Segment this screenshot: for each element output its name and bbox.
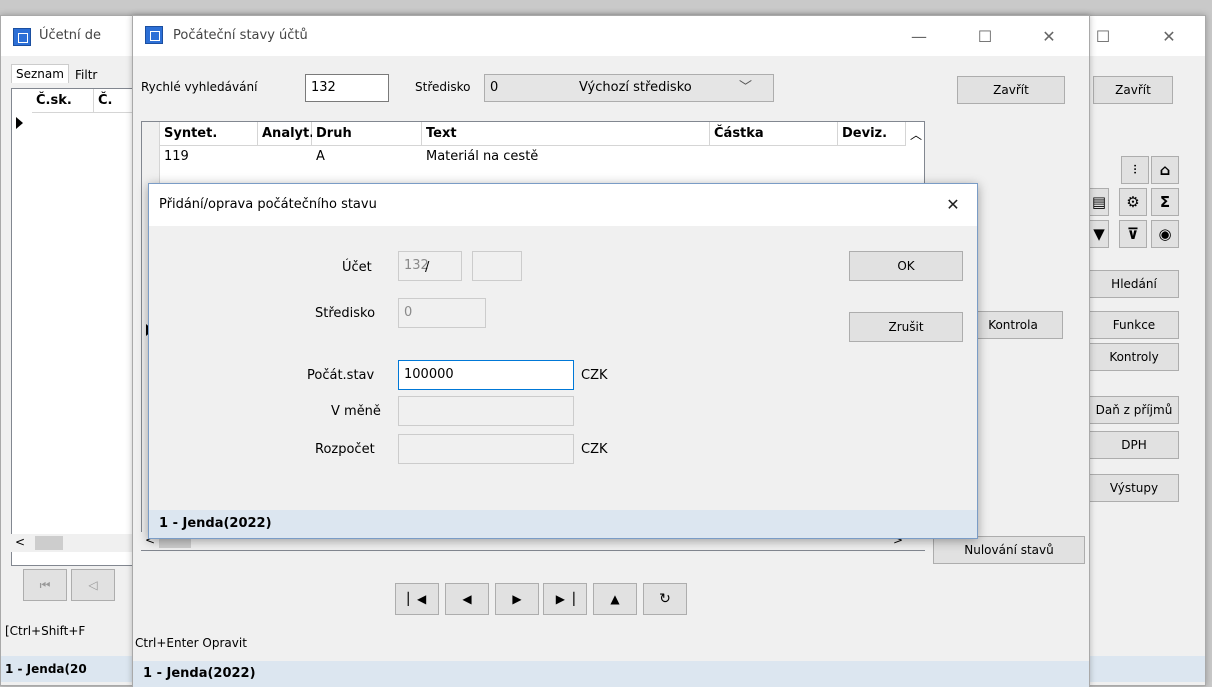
budget-currency-label: CZK bbox=[581, 442, 608, 457]
main-hint: [Ctrl+Shift+F bbox=[5, 624, 86, 638]
tab-seznam[interactable]: Seznam bbox=[11, 64, 69, 83]
scroll-left-icon[interactable]: < bbox=[15, 535, 25, 549]
opening-title: Počáteční stavy účtů bbox=[173, 28, 308, 43]
column-header-analyt[interactable]: Analyt. bbox=[258, 122, 314, 146]
nav-first-button[interactable]: ▏◀ bbox=[395, 583, 439, 615]
column-header-syntet[interactable]: Syntet. bbox=[160, 122, 258, 146]
tab-filtr[interactable]: Filtr bbox=[71, 66, 101, 84]
filter-icon[interactable]: ▼ bbox=[1089, 220, 1109, 248]
dialog-status: 1 - Jenda(2022) bbox=[149, 510, 977, 538]
quick-search-label: Rychlé vyhledávání bbox=[141, 80, 258, 94]
main-close-button[interactable]: ✕ bbox=[1149, 24, 1189, 50]
row-indicator-icon bbox=[16, 117, 23, 133]
close-button[interactable]: Zavřít bbox=[957, 76, 1065, 104]
main-grid[interactable]: Č.sk. Č. bbox=[11, 88, 154, 566]
currency-label: CZK bbox=[581, 368, 608, 383]
sigma-icon[interactable]: Σ bbox=[1151, 188, 1179, 216]
app-icon bbox=[145, 26, 163, 44]
document-icon[interactable]: ▤ bbox=[1089, 188, 1109, 216]
scroll-thumb[interactable] bbox=[35, 536, 63, 550]
column-header-castka[interactable]: Částka bbox=[710, 122, 838, 146]
maximize-button[interactable]: ☐ bbox=[965, 24, 1005, 50]
main-title: Účetní de bbox=[39, 28, 101, 43]
nav-up-button[interactable]: ▲ bbox=[593, 583, 637, 615]
search-button[interactable]: Hledání bbox=[1089, 270, 1179, 298]
budget-label: Rozpočet bbox=[315, 442, 375, 457]
income-tax-button[interactable]: Daň z příjmů bbox=[1089, 396, 1179, 424]
functions-button[interactable]: Funkce bbox=[1089, 311, 1179, 339]
bank-icon[interactable]: ⌂ bbox=[1151, 156, 1179, 184]
opening-balance-label: Počát.stav bbox=[307, 368, 375, 383]
main-nav-prev-button[interactable]: ◁ bbox=[71, 569, 115, 601]
cell-druh: A bbox=[316, 149, 325, 164]
column-header-deviz[interactable]: Deviz. bbox=[838, 122, 906, 146]
main-close-btn[interactable]: Zavřít bbox=[1093, 76, 1173, 104]
clear-filter-icon[interactable]: ⊽ bbox=[1119, 220, 1147, 248]
scroll-up-icon[interactable]: ︿ bbox=[910, 126, 922, 143]
nav-next-button[interactable]: ▶ bbox=[495, 583, 539, 615]
close-window-button[interactable]: ✕ bbox=[1029, 24, 1069, 50]
minimize-button[interactable]: — bbox=[899, 24, 939, 50]
analytic-input bbox=[472, 251, 522, 281]
column-header-text[interactable]: Text bbox=[422, 122, 710, 146]
center-label: Středisko bbox=[415, 80, 471, 94]
column-header-druh[interactable]: Druh bbox=[312, 122, 422, 146]
dialog-close-button[interactable]: ✕ bbox=[933, 192, 973, 218]
gear-icon[interactable]: ⚙ bbox=[1119, 188, 1147, 216]
checks-button[interactable]: Kontroly bbox=[1089, 343, 1179, 371]
dialog-title: Přidání/oprava počátečního stavu bbox=[159, 197, 377, 212]
center-field-input: 0 bbox=[398, 298, 486, 328]
edit-balance-dialog: Přidání/oprava počátečního stavu ✕ Účet … bbox=[148, 183, 978, 539]
account-input: 132 bbox=[398, 251, 462, 281]
chevron-down-icon: ﹀ bbox=[739, 80, 753, 95]
check-button[interactable]: Kontrola bbox=[963, 311, 1063, 339]
cancel-button[interactable]: Zrušit bbox=[849, 312, 963, 342]
center-select[interactable]: 0 Výchozí středisko ﹀ bbox=[484, 74, 774, 102]
ok-button[interactable]: OK bbox=[849, 251, 963, 281]
refresh-icon[interactable]: ↻ bbox=[643, 583, 687, 615]
cell-analyt bbox=[258, 147, 262, 167]
chart-icon[interactable]: ⫶ bbox=[1121, 156, 1149, 184]
vat-button[interactable]: DPH bbox=[1089, 431, 1179, 459]
quick-search-input[interactable]: 132 bbox=[305, 74, 389, 102]
column-header-csk[interactable]: Č.sk. bbox=[32, 89, 94, 113]
foreign-amount-input bbox=[398, 396, 574, 426]
account-separator: / bbox=[425, 260, 430, 275]
account-label: Účet bbox=[342, 260, 372, 275]
main-hscrollbar[interactable]: < bbox=[11, 534, 151, 552]
dialog-titlebar: Přidání/oprava počátečního stavu ✕ bbox=[149, 184, 977, 226]
table-row[interactable]: 119 A Materiál na cestě bbox=[160, 147, 906, 167]
nav-last-button[interactable]: ▶▕ bbox=[543, 583, 587, 615]
keyboard-hint: Ctrl+Enter Opravit bbox=[135, 636, 247, 650]
cell-text: Materiál na cestě bbox=[426, 149, 539, 164]
center-name: Výchozí středisko bbox=[579, 80, 692, 95]
center-code: 0 bbox=[490, 80, 499, 95]
reset-balances-button[interactable]: Nulování stavů bbox=[933, 536, 1085, 564]
center-field-label: Středisko bbox=[315, 306, 376, 321]
app-icon bbox=[13, 28, 31, 46]
budget-input bbox=[398, 434, 574, 464]
opening-titlebar: Počáteční stavy účtů — ☐ ✕ bbox=[133, 16, 1089, 56]
outputs-button[interactable]: Výstupy bbox=[1089, 474, 1179, 502]
foreign-amount-label: V měně bbox=[331, 404, 381, 419]
nav-prev-button[interactable]: ◀ bbox=[445, 583, 489, 615]
opening-status: 1 - Jenda(2022) bbox=[133, 661, 1089, 687]
opening-balance-input[interactable]: 100000 bbox=[398, 360, 574, 390]
eye-icon[interactable]: ◉ bbox=[1151, 220, 1179, 248]
cell-syntet: 119 bbox=[164, 149, 189, 164]
main-nav-first-button[interactable]: ⏮ bbox=[23, 569, 67, 601]
